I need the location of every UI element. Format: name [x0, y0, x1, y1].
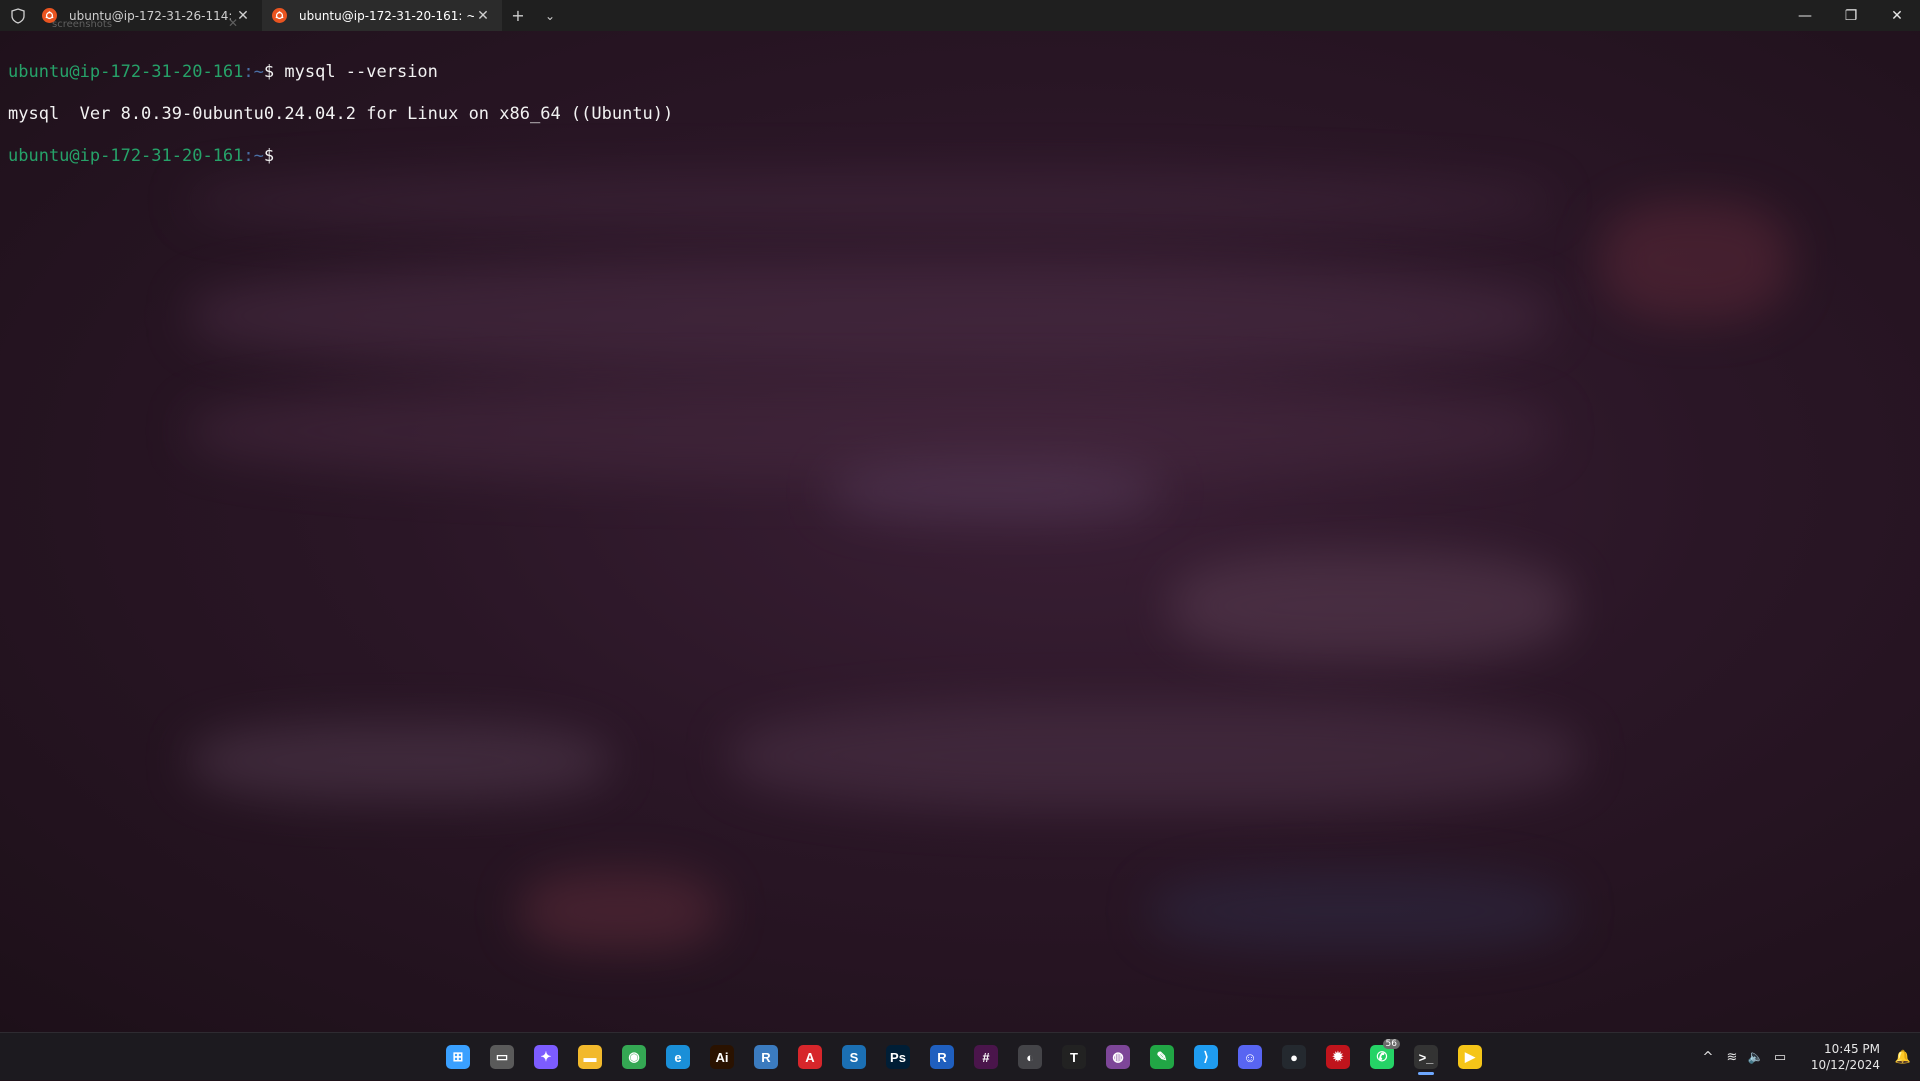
taskbar-app-obs[interactable]: ◐: [1008, 1039, 1052, 1075]
blurred-row: [1150, 871, 1570, 951]
taskbar-app-copilot[interactable]: ✦: [524, 1039, 568, 1075]
obs-icon: ◐: [1018, 1045, 1042, 1069]
close-icon[interactable]: ✕: [474, 8, 492, 24]
notepad-icon: ✎: [1150, 1045, 1174, 1069]
taskbar-app-photoshop[interactable]: Ps: [876, 1039, 920, 1075]
typora-icon: T: [1062, 1045, 1086, 1069]
discord-icon: ☺: [1238, 1045, 1262, 1069]
battery-icon[interactable]: ▭: [1768, 1050, 1792, 1065]
terminal-line: ubuntu@ip-172-31-20-161:~$ mysql --versi…: [8, 62, 673, 83]
acrobat-icon: A: [798, 1045, 822, 1069]
taskbar-app-discord[interactable]: ☺: [1228, 1039, 1272, 1075]
command-text: mysql --version: [284, 62, 438, 82]
taskbar-app-notepad[interactable]: ✎: [1140, 1039, 1184, 1075]
new-tab-button[interactable]: +: [502, 0, 534, 31]
github-icon: ●: [1282, 1045, 1306, 1069]
taskbar-app-sketchup[interactable]: S: [832, 1039, 876, 1075]
ghost-close-icon: ✕: [228, 16, 239, 30]
clock-time: 10:45 PM: [1824, 1042, 1880, 1056]
taskbar-app-illustrator[interactable]: Ai: [700, 1039, 744, 1075]
slack-icon: #: [974, 1045, 998, 1069]
terminal-titlebar: ubuntu@ip-172-31-26-114: ~ ✕ ubuntu@ip-1…: [0, 0, 1920, 31]
vscode-icon: ⟩: [1194, 1045, 1218, 1069]
notification-bell-icon[interactable]: 🔔: [1892, 1050, 1914, 1065]
player-icon: ▶: [1458, 1045, 1482, 1069]
prompt-symbol: $: [263, 62, 285, 82]
blurred-row: [190, 261, 1550, 371]
terminal-line: mysql Ver 8.0.39-0ubuntu0.24.04.2 for Li…: [8, 104, 673, 125]
clock-date: 10/12/2024: [1810, 1058, 1880, 1072]
minimize-button[interactable]: —: [1782, 0, 1828, 31]
taskbar-app-slack[interactable]: #: [964, 1039, 1008, 1075]
tab-dropdown-chevron-icon[interactable]: ⌄: [534, 0, 566, 31]
volume-icon[interactable]: 🔈: [1744, 1050, 1768, 1065]
copilot-icon: ✦: [534, 1045, 558, 1069]
prompt-symbol: $: [263, 146, 285, 166]
taskbar-app-tor-browser[interactable]: ◍: [1096, 1039, 1140, 1075]
taskbar-app-terminal[interactable]: >_: [1404, 1039, 1448, 1075]
folder-icon: ▬: [578, 1045, 602, 1069]
taskbar-app-vscode[interactable]: ⟩: [1184, 1039, 1228, 1075]
taskbar-app-typora[interactable]: T: [1052, 1039, 1096, 1075]
tab-ubuntu-20-161[interactable]: ubuntu@ip-172-31-20-161: ~ ✕: [262, 0, 502, 31]
taskbar-app-file-explorer[interactable]: ▬: [568, 1039, 612, 1075]
ghost-label: screenshots: [52, 19, 113, 30]
taskbar-app-player[interactable]: ▶: [1448, 1039, 1492, 1075]
revit-icon: R: [754, 1045, 778, 1069]
blurred-row: [190, 381, 1550, 481]
ubuntu-icon: [272, 8, 287, 23]
taskbar-app-edge[interactable]: e: [656, 1039, 700, 1075]
tor-icon: ◍: [1106, 1045, 1130, 1069]
terminal-icon: >_: [1414, 1045, 1438, 1069]
illustrator-icon: Ai: [710, 1045, 734, 1069]
taskbar-app-whatsapp[interactable]: ✆ 56: [1360, 1039, 1404, 1075]
taskbar-app-chrome[interactable]: ◉: [612, 1039, 656, 1075]
chevron-up-icon[interactable]: ^: [1696, 1050, 1720, 1065]
sketchup-icon: S: [842, 1045, 866, 1069]
window-close-button[interactable]: ✕: [1874, 0, 1920, 31]
clock[interactable]: 10:45 PM 10/12/2024: [1800, 1041, 1880, 1073]
terminal-cursor: [284, 146, 294, 164]
command-output: mysql Ver 8.0.39-0ubuntu0.24.04.2 for Li…: [8, 104, 674, 124]
blurred-row: [730, 701, 1580, 811]
wifi-icon[interactable]: ≋: [1720, 1050, 1744, 1065]
taskbar-app-task-view[interactable]: ▭: [480, 1039, 524, 1075]
notification-badge: 56: [1382, 1039, 1400, 1049]
edge-icon: e: [666, 1045, 690, 1069]
blurred-row: [190, 721, 610, 801]
prompt-user: ubuntu@ip-172-31-20-161: [8, 146, 244, 166]
shield-icon: [11, 7, 25, 24]
terminal-line: ubuntu@ip-172-31-20-161:~$: [8, 146, 673, 167]
rider-icon: R: [930, 1045, 954, 1069]
taskbar-apps: ⊞ ▭ ✦ ▬ ◉ e Ai R A S Ps R # ◐ T ◍ ✎ ⟩ ☺ ● ✹ ✆ 56 >_ ▶: [436, 1039, 1492, 1075]
taskbar-app-security-app[interactable]: ✹: [1316, 1039, 1360, 1075]
shield-red-icon: ✹: [1326, 1045, 1350, 1069]
windows-logo-icon: ⊞: [446, 1045, 470, 1069]
taskbar: ⊞ ▭ ✦ ▬ ◉ e Ai R A S Ps R # ◐ T ◍ ✎ ⟩ ☺ ● ✹ ✆ 56 >_ ▶ ^ ≋ 🔈 ▭ 10…: [0, 1032, 1920, 1080]
task-view-icon: ▭: [490, 1045, 514, 1069]
blurred-row: [1600, 201, 1790, 321]
active-indicator: [1418, 1072, 1434, 1075]
chrome-icon: ◉: [622, 1045, 646, 1069]
terminal-output[interactable]: ubuntu@ip-172-31-20-161:~$ mysql --versi…: [8, 41, 673, 188]
prompt-path: :~: [243, 146, 264, 166]
system-tray: ^ ≋ 🔈 ▭ 10:45 PM 10/12/2024 🔔: [1696, 1033, 1920, 1081]
tab-label: ubuntu@ip-172-31-20-161: ~: [299, 8, 474, 23]
blurred-row: [1170, 551, 1570, 661]
restore-button[interactable]: ❐: [1828, 0, 1874, 31]
taskbar-app-revit[interactable]: R: [744, 1039, 788, 1075]
taskbar-app-github-desktop[interactable]: ●: [1272, 1039, 1316, 1075]
prompt-user: ubuntu@ip-172-31-20-161: [8, 62, 244, 82]
taskbar-app-rider[interactable]: R: [920, 1039, 964, 1075]
blurred-row: [520, 871, 720, 951]
photoshop-icon: Ps: [886, 1045, 910, 1069]
blurred-row: [830, 461, 1160, 521]
taskbar-app-acrobat[interactable]: A: [788, 1039, 832, 1075]
taskbar-app-windows-start[interactable]: ⊞: [436, 1039, 480, 1075]
prompt-path: :~: [243, 62, 264, 82]
